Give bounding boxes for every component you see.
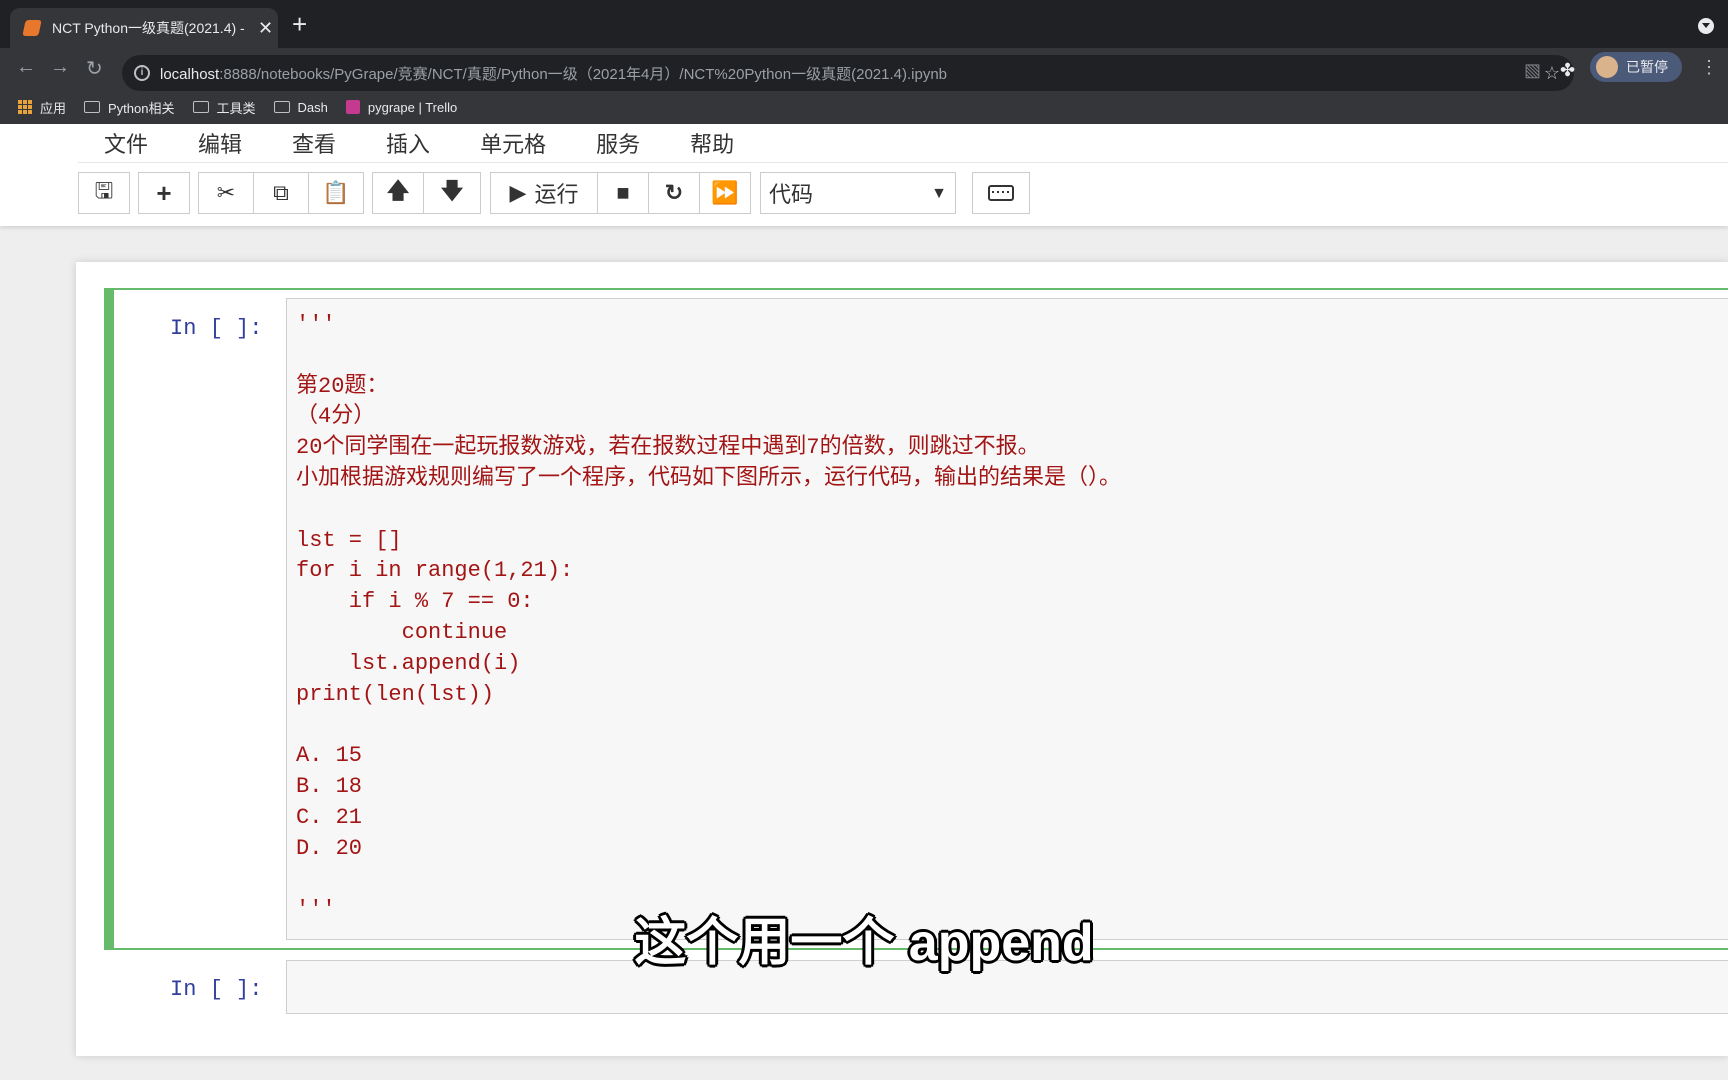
url-text: localhost:8888/notebooks/PyGrape/竞赛/NCT/…	[160, 65, 948, 83]
restart-icon: ↻	[664, 180, 684, 205]
bookmark-trello[interactable]: pygrape | Trello	[345, 100, 457, 115]
notebook-favicon-icon	[22, 20, 42, 36]
paste-button[interactable]: 📋	[308, 172, 364, 214]
save-button[interactable]: 🖫	[78, 172, 130, 214]
menu-help[interactable]: 帮助	[690, 127, 734, 159]
folder-icon	[273, 101, 290, 113]
menu-file[interactable]: 文件	[104, 127, 148, 159]
menu-kernel[interactable]: 服务	[596, 127, 640, 159]
video-subtitle: 这个用一个 append	[634, 914, 1094, 972]
move-down-button[interactable]: 🡇	[423, 172, 481, 214]
puzzle-extensions-icon[interactable]: ✤	[1560, 60, 1575, 81]
scissors-icon: ✂	[216, 180, 236, 205]
fast-forward-icon: ⏩	[711, 180, 739, 205]
stop-icon: ■	[616, 180, 630, 205]
cell-prompt: In [ ]:	[170, 316, 263, 341]
bookmark-dash[interactable]: Dash	[273, 100, 328, 115]
arrow-up-icon: 🡅	[386, 178, 410, 203]
apps-icon	[18, 100, 32, 114]
forward-icon[interactable]: →	[50, 56, 70, 79]
copy-button[interactable]: ⧉	[253, 172, 309, 214]
extension-icon[interactable]: ▧	[1524, 60, 1541, 81]
site-info-icon[interactable]: i	[134, 65, 150, 81]
cell-type-select[interactable]: 代码 ▼	[760, 172, 956, 214]
cell-code[interactable]: ''' 第20题： （4分） 20个同学围在一起玩报数游戏，若在报数过程中遇到7…	[296, 310, 1121, 926]
cell-type-value: 代码	[769, 182, 814, 207]
trello-icon	[345, 100, 360, 114]
tab-title: NCT Python一级真题(2021.4) -	[52, 20, 245, 36]
browser-tab[interactable]: NCT Python一级真题(2021.4) - ✕	[10, 8, 278, 48]
folder-icon	[84, 101, 101, 113]
bookmark-tools[interactable]: 工具类	[192, 98, 256, 117]
restart-run-all-button[interactable]: ⏩	[699, 172, 751, 214]
paste-icon: 📋	[322, 180, 350, 205]
menu-edit[interactable]: 编辑	[198, 127, 242, 159]
menu-insert[interactable]: 插入	[386, 127, 430, 159]
command-palette-button[interactable]	[972, 172, 1030, 214]
browser-menu-icon[interactable]: ⋮	[1700, 58, 1718, 76]
play-icon: ▶	[509, 180, 527, 205]
bookmarks-bar: 应用 Python相关 工具类 Dash pygrape | Trello	[0, 92, 1728, 122]
run-button[interactable]: ▶ 运行	[490, 172, 598, 214]
profile-button[interactable]: 已暂停	[1590, 52, 1682, 82]
browser-toolbar: ← → ↻ i localhost:8888/notebooks/PyGrape…	[0, 48, 1728, 136]
notebook-toolbar: 🖫 + ✂ ⧉ 📋 🡅 🡇 ▶ 运行 ■ ↻ ⏩ 代码 ▼	[0, 172, 1728, 216]
menu-view[interactable]: 查看	[292, 127, 336, 159]
bookmark-star-icon[interactable]: ☆	[1544, 63, 1560, 84]
plus-icon: +	[156, 177, 172, 208]
cell-prompt: In [ ]:	[170, 977, 263, 1002]
close-tab-icon[interactable]: ✕	[258, 18, 273, 39]
jupyter-header: 文件 编辑 查看 插入 单元格 服务 帮助 🖫 + ✂ ⧉ 📋 🡅 🡇 ▶ 运行 …	[0, 124, 1728, 226]
avatar	[1596, 56, 1618, 78]
move-up-button[interactable]: 🡅	[372, 172, 424, 214]
insert-cell-button[interactable]: +	[138, 172, 190, 214]
profile-status: 已暂停	[1626, 59, 1668, 75]
folder-icon	[192, 101, 209, 113]
back-icon[interactable]: ←	[16, 56, 36, 79]
menu-cell[interactable]: 单元格	[480, 127, 546, 159]
new-tab-button[interactable]: +	[292, 10, 307, 38]
copy-icon: ⧉	[273, 180, 289, 205]
keyboard-icon	[988, 185, 1014, 201]
bookmark-python[interactable]: Python相关	[84, 98, 175, 117]
arrow-down-icon: 🡇	[440, 178, 464, 203]
bookmark-apps[interactable]: 应用	[18, 98, 66, 117]
tab-search-icon[interactable]	[1698, 18, 1714, 34]
interrupt-button[interactable]: ■	[597, 172, 649, 214]
menu-bar: 文件 编辑 查看 插入 单元格 服务 帮助	[78, 124, 1728, 163]
browser-tab-bar: NCT Python一级真题(2021.4) - ✕ +	[0, 0, 1728, 48]
save-icon: 🖫	[94, 178, 114, 203]
address-bar[interactable]: i localhost:8888/notebooks/PyGrape/竞赛/NC…	[122, 55, 1574, 91]
restart-button[interactable]: ↻	[648, 172, 700, 214]
reload-icon[interactable]: ↻	[86, 56, 103, 81]
chevron-down-icon: ▼	[931, 185, 947, 202]
cut-button[interactable]: ✂	[198, 172, 254, 214]
